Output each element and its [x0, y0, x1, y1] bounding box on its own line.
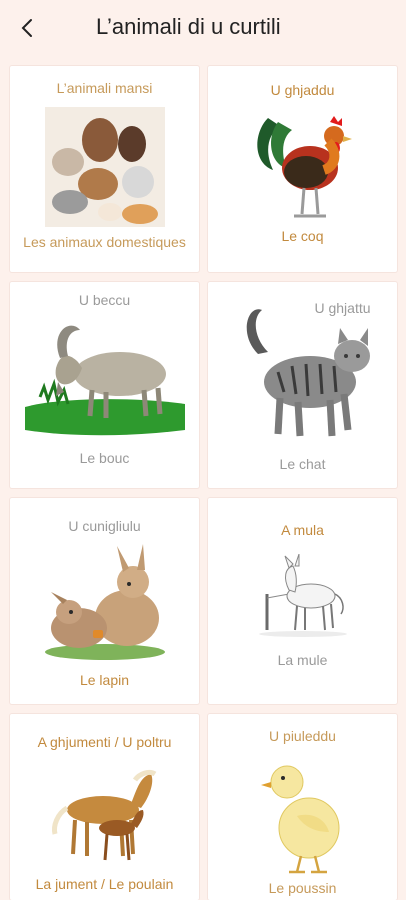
card-title-corsican: L’animali mansi	[56, 80, 153, 96]
rabbit-illustration	[10, 544, 199, 664]
card-domestic-animals[interactable]: L’animali mansi Les animaux domestiques	[10, 66, 199, 272]
card-title-corsican: U piuleddu	[269, 728, 336, 744]
mule-illustration	[208, 554, 397, 638]
domestic-animals-illustration	[10, 102, 199, 232]
rooster-illustration	[208, 108, 397, 228]
card-title-french: Le bouc	[79, 450, 130, 466]
card-goat[interactable]: U beccu Le bouc	[10, 282, 199, 488]
card-title-corsican: A ghjumenti / U poltru	[37, 734, 172, 750]
card-title-french: Les animaux domestiques	[23, 234, 186, 250]
card-rabbit[interactable]: U cunigliulu Le lapin	[10, 498, 199, 704]
card-chick[interactable]: U piuleddu Le poussin	[208, 714, 397, 900]
goat-illustration	[10, 312, 199, 442]
cat-illustration	[208, 294, 397, 444]
card-title-french: La jument / Le poulain	[35, 876, 174, 892]
chick-illustration	[208, 752, 397, 876]
card-title-french: Le chat	[279, 456, 326, 472]
card-title-french: La mule	[277, 652, 328, 668]
card-title-corsican: U ghjaddu	[270, 82, 335, 98]
card-title-corsican: A mula	[281, 522, 324, 538]
card-horse[interactable]: A ghjumenti / U poltru La jument / Le po…	[10, 714, 199, 900]
animal-grid: L’animali mansi Les animaux domestiques …	[0, 0, 406, 900]
card-mule[interactable]: A mula La mule	[208, 498, 397, 704]
horse-illustration	[10, 764, 199, 864]
card-title-corsican: U beccu	[78, 292, 131, 308]
card-rooster[interactable]: U ghjaddu Le coq	[208, 66, 397, 272]
card-title-french: Le lapin	[79, 672, 130, 688]
card-cat[interactable]: U ghjattu Le chat	[208, 282, 397, 488]
card-title-corsican: U cunigliulu	[68, 518, 141, 534]
card-title-french: Le poussin	[268, 880, 337, 896]
card-title-french: Le coq	[281, 228, 324, 244]
